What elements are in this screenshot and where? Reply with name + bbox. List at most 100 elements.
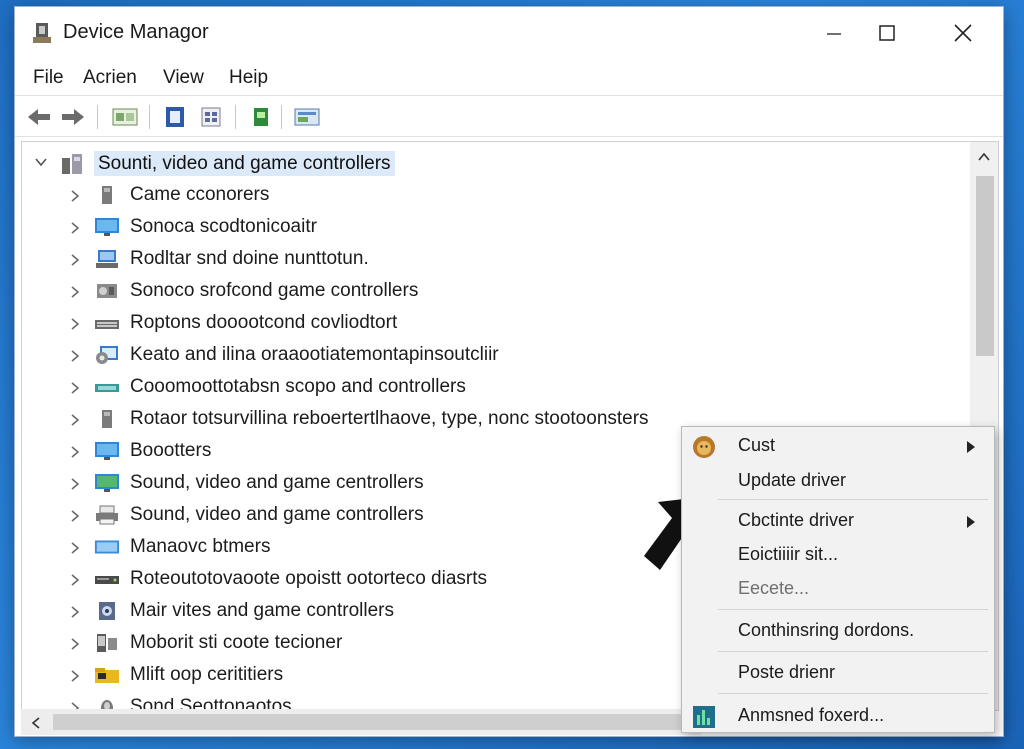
help-button[interactable] <box>161 104 189 130</box>
chevron-right-icon[interactable] <box>70 221 80 239</box>
context-menu-label: Eoictiiiir sit... <box>738 544 839 564</box>
camera-icon <box>94 600 120 622</box>
tree-item[interactable]: Sonoco srofcond game controllers <box>22 276 962 306</box>
chevron-right-icon[interactable] <box>70 445 80 463</box>
chevron-right-icon[interactable] <box>70 285 80 303</box>
tree-root-row[interactable]: Sounti, video and game controllers <box>22 148 422 178</box>
computer-root-icon <box>62 154 82 174</box>
speaker-icon <box>94 408 120 430</box>
context-menu-item-advanced[interactable]: Anmsned foxerd... <box>682 700 994 732</box>
menu-help[interactable]: Heip <box>225 65 272 91</box>
chart-icon <box>693 706 715 728</box>
context-menu-item-update-driver[interactable]: Update driver <box>682 465 994 497</box>
tree-item[interactable]: Keato and ilina oraaootiatemontapinsoutc… <box>22 340 962 370</box>
keyboard-icon <box>94 312 120 334</box>
display-adapter-icon <box>94 536 120 558</box>
chevron-right-icon[interactable] <box>70 317 80 335</box>
tree-item-label: Roptons dooootcond covliodtort <box>130 312 398 333</box>
context-menu-label: Anmsned foxerd... <box>738 705 885 725</box>
tree-item-label: Came cconorers <box>130 184 270 205</box>
context-menu-separator <box>718 609 988 610</box>
chevron-right-icon[interactable] <box>70 669 80 687</box>
chevron-right-icon[interactable] <box>70 413 80 431</box>
tree-item-label: Roteoutotovaoote opoistt ootorteco diasr… <box>130 568 488 589</box>
context-menu-item-disable-driver[interactable]: Cbctinte driver <box>682 505 994 537</box>
device-manager-app-icon <box>33 23 51 43</box>
forward-button[interactable] <box>59 104 87 130</box>
network-icon <box>94 248 120 270</box>
menu-action[interactable]: Acrien <box>79 65 141 91</box>
tree-item-label: Mair vites and game controllers <box>130 600 394 621</box>
toolbar-separator <box>281 105 282 129</box>
chevron-right-icon[interactable] <box>70 637 80 655</box>
context-menu-separator <box>718 651 988 652</box>
tree-item[interactable]: Rodltar snd doine nunttotun. <box>22 244 962 274</box>
scroll-left-icon[interactable] <box>31 716 41 730</box>
toolbar-separator <box>149 105 150 129</box>
tree-item-label: Sonoco srofcond game controllers <box>130 280 419 301</box>
close-button[interactable] <box>940 15 986 51</box>
menu-bar: File Acrien View Heip <box>15 59 1003 93</box>
context-menu-item-paste-driver[interactable]: Poste drienr <box>682 657 994 689</box>
scroll-up-icon[interactable] <box>977 152 991 162</box>
chevron-right-icon[interactable] <box>70 253 80 271</box>
forward-arrow-icon <box>62 109 84 125</box>
monitor-green-icon <box>94 472 120 494</box>
toolbar <box>15 95 1003 137</box>
help-icon <box>166 107 184 127</box>
chevron-right-icon[interactable] <box>70 573 80 591</box>
context-menu-label: Cbctinte driver <box>738 510 855 530</box>
scan-hardware-icon <box>294 108 320 126</box>
title-bar: Device Managor <box>15 7 1003 57</box>
lion-icon <box>693 436 715 458</box>
update-driver-icon <box>254 108 268 126</box>
monitor-icon <box>94 216 120 238</box>
tree-item-label: Sonoca scodtonicoaitr <box>130 216 317 237</box>
tree-item-label: Rodltar snd doine nunttotun. <box>130 248 369 269</box>
folder-icon <box>94 664 120 686</box>
update-driver-button[interactable] <box>247 104 275 130</box>
tree-item[interactable]: Cooomoottotabsn scopo and controllers <box>22 372 962 402</box>
menu-file[interactable]: File <box>29 65 68 91</box>
vertical-scroll-thumb[interactable] <box>976 176 994 356</box>
chevron-right-icon[interactable] <box>70 477 80 495</box>
chevron-right-icon[interactable] <box>70 349 80 367</box>
menu-view[interactable]: View <box>159 65 208 91</box>
context-menu-item-delete: Eecete... <box>682 573 994 605</box>
toolbar-separator <box>97 105 98 129</box>
printer-icon <box>94 504 120 526</box>
context-menu-label: Eecete... <box>738 578 810 598</box>
tree-item-label: Sound, video and game controllers <box>130 504 424 525</box>
horizontal-scroll-thumb[interactable] <box>53 714 693 730</box>
maximize-button[interactable] <box>864 15 910 51</box>
chevron-right-icon[interactable] <box>70 189 80 207</box>
drive-icon <box>94 568 120 590</box>
chevron-right-icon[interactable] <box>70 381 80 399</box>
chevron-down-icon[interactable] <box>34 156 48 168</box>
context-menu: Cust Update driver Cbctinte driver Eoict… <box>681 426 995 733</box>
back-arrow-icon <box>28 109 50 125</box>
context-menu-item-cust[interactable]: Cust <box>682 430 994 462</box>
chevron-right-icon[interactable] <box>70 605 80 623</box>
tree-root-label[interactable]: Sounti, video and game controllers <box>94 151 395 176</box>
tree-item[interactable]: Sonoca scodtonicoaitr <box>22 212 962 242</box>
tree-item-label: Keato and ilina oraaootiatemontapinsoutc… <box>130 344 499 365</box>
back-button[interactable] <box>25 104 53 130</box>
tree-item-label: Moborit sti coote tecioner <box>130 632 343 653</box>
tree-item[interactable]: Came cconorers <box>22 180 962 210</box>
properties-button[interactable] <box>111 104 139 130</box>
context-menu-separator <box>718 693 988 694</box>
scan-hardware-button[interactable] <box>293 104 321 130</box>
context-menu-item-scan[interactable]: Eoictiiiir sit... <box>682 539 994 571</box>
show-hidden-button[interactable] <box>197 104 225 130</box>
chevron-right-icon[interactable] <box>70 541 80 559</box>
speaker-icon <box>94 184 120 206</box>
chevron-right-icon[interactable] <box>70 509 80 527</box>
horizontal-scrollbar[interactable] <box>21 709 701 735</box>
list-view-icon <box>201 107 221 127</box>
adapter-icon <box>94 376 120 398</box>
context-menu-item-scan-changes[interactable]: Conthinsring dordons. <box>682 615 994 647</box>
minimize-button[interactable] <box>811 15 857 51</box>
tree-item[interactable]: Roptons dooootcond covliodtort <box>22 308 962 338</box>
context-menu-label: Update driver <box>738 470 847 490</box>
